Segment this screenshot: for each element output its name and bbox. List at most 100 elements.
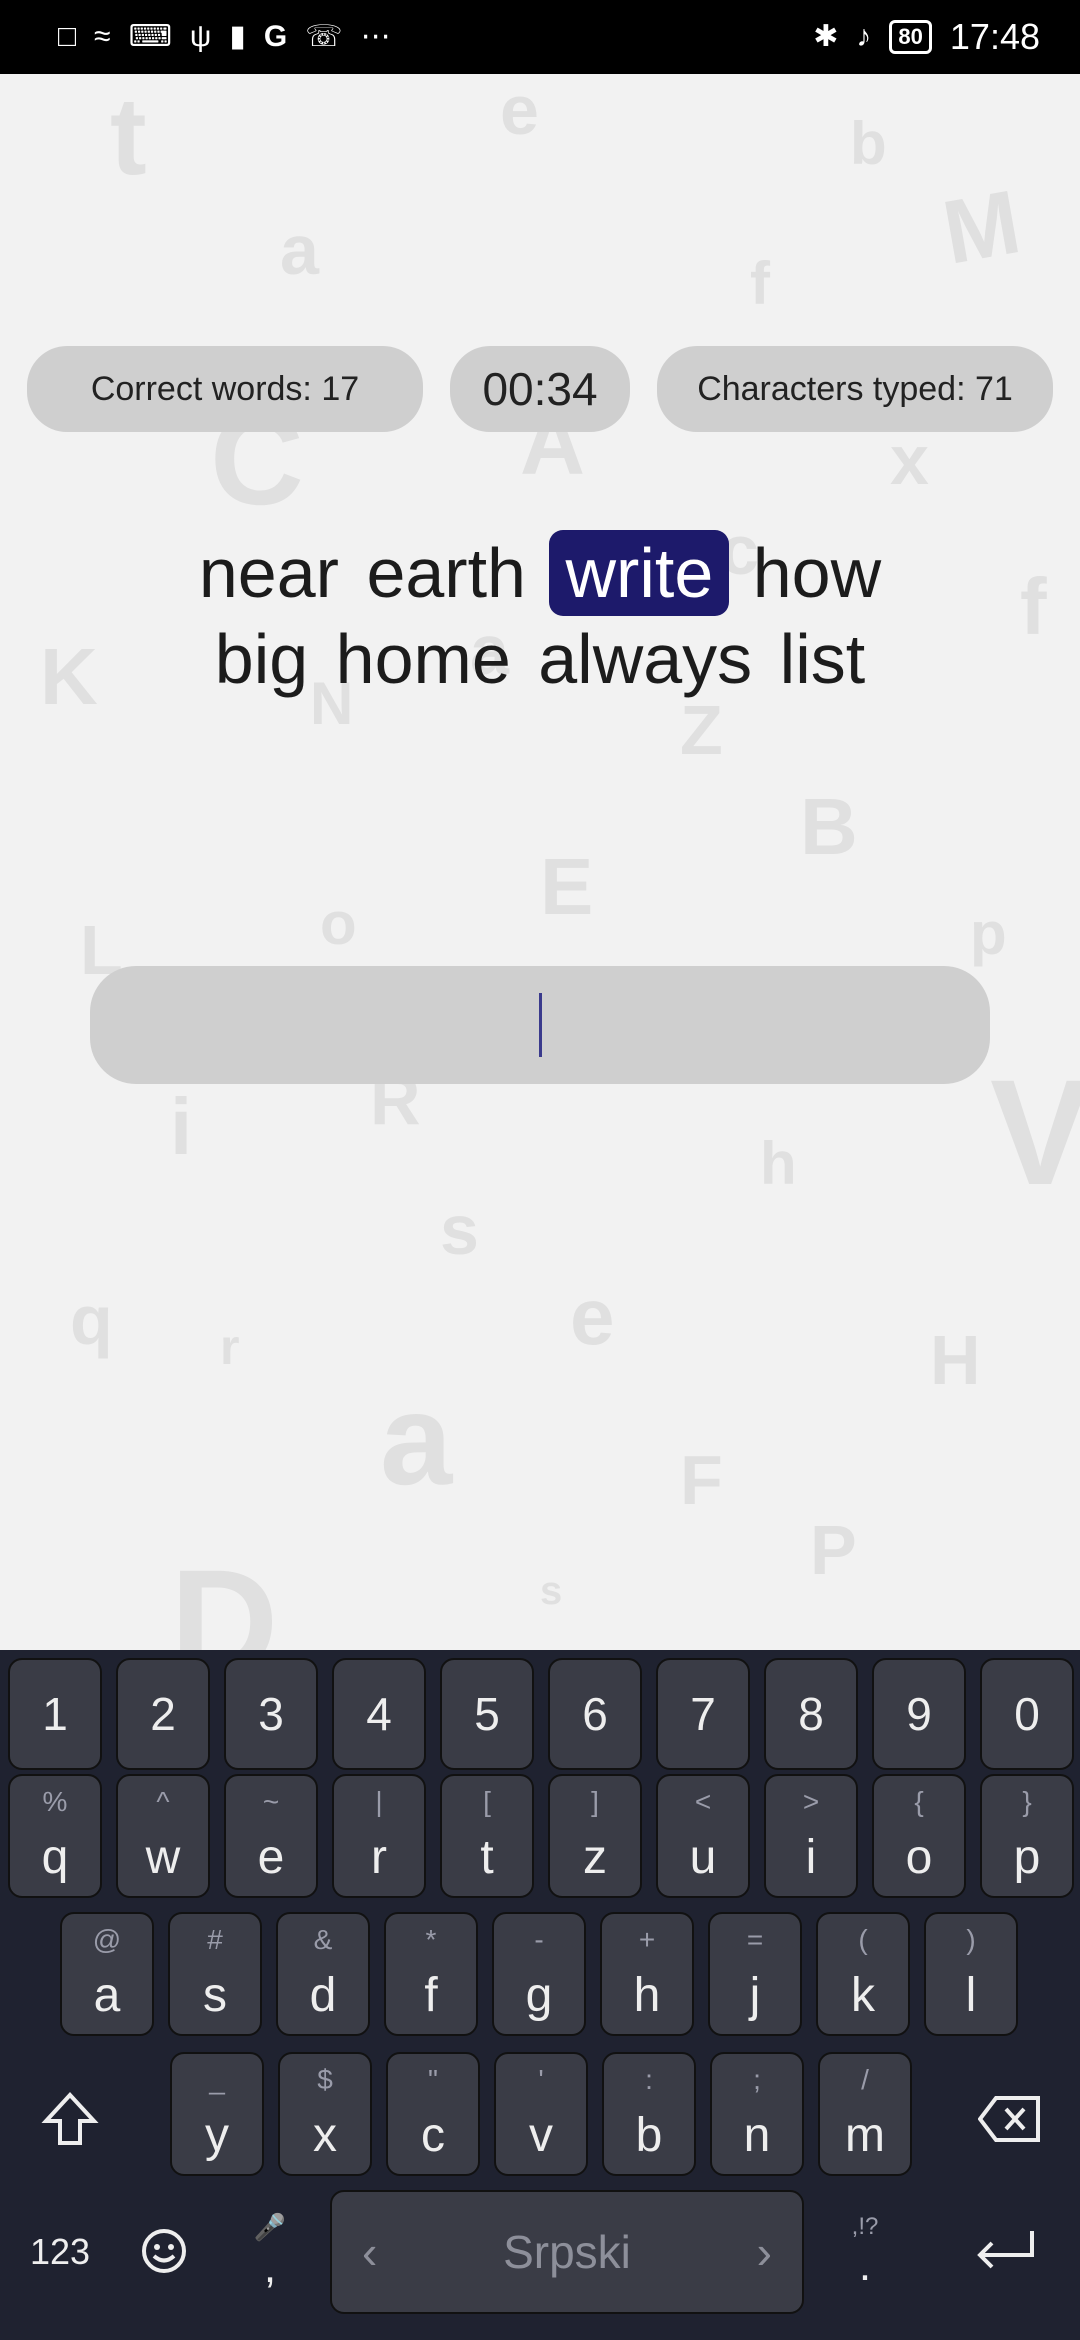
svg-text:a: a	[280, 211, 320, 289]
word-prompt: near earth write how big home always lis…	[140, 530, 940, 702]
key-x[interactable]: $ x	[278, 2052, 372, 2176]
svg-text:o: o	[320, 890, 357, 957]
usb-icon: ψ	[189, 20, 212, 53]
key-v[interactable]: ' v	[494, 2052, 588, 2176]
key-k[interactable]: (k	[816, 1912, 910, 2036]
key-u[interactable]: < u	[656, 1774, 750, 1898]
key-z[interactable]: ] z	[548, 1774, 642, 1898]
key-b[interactable]: :b	[602, 2052, 696, 2176]
key-label: o	[905, 1831, 933, 1884]
key-s[interactable]: # s	[168, 1912, 262, 2036]
key-7[interactable]: 7	[656, 1658, 750, 1770]
svg-text:D: D	[170, 1538, 278, 1650]
svg-text:s: s	[540, 1569, 562, 1613]
svg-text:p: p	[970, 900, 1007, 967]
key-i[interactable]: > i	[764, 1774, 858, 1898]
key-hint: ^	[156, 1786, 170, 1817]
timer: 00:34	[450, 346, 630, 432]
key-hint: ]	[591, 1786, 599, 1817]
key-3[interactable]: 3	[224, 1658, 318, 1770]
more-icon: ⋯	[360, 20, 391, 53]
key-d[interactable]: & d	[276, 1912, 370, 2036]
bluetooth-icon: ✱	[813, 20, 839, 53]
key-2[interactable]: 2	[116, 1658, 210, 1770]
key-hint: &	[313, 1924, 333, 1955]
key-1[interactable]: 1	[8, 1658, 102, 1770]
key-hint: ;	[753, 2064, 761, 2095]
key-f[interactable]: * f	[384, 1912, 478, 2036]
key-label: h	[633, 1969, 661, 2022]
battery-indicator: 80	[889, 20, 932, 54]
word: always	[538, 620, 753, 698]
chevron-left-icon: ‹	[362, 2226, 378, 2278]
svg-text:K: K	[40, 632, 98, 721]
key-q[interactable]: % q	[8, 1774, 102, 1898]
key-label: b	[635, 2109, 663, 2162]
space-bar[interactable]: ‹ Srpski ›	[330, 2190, 804, 2314]
svg-text:f: f	[750, 250, 771, 317]
key-j[interactable]: = j	[708, 1912, 802, 2036]
key-o[interactable]: {o	[872, 1774, 966, 1898]
key-n[interactable]: ; n	[710, 2052, 804, 2176]
key-label: 1	[42, 1688, 68, 1740]
word-line-1: near earth write how	[140, 530, 940, 616]
key-hint: (	[858, 1924, 868, 1955]
key-h[interactable]: + h	[600, 1912, 694, 2036]
key-r[interactable]: | r	[332, 1774, 426, 1898]
key-hint: $	[317, 2064, 333, 2095]
svg-text:f: f	[1020, 562, 1047, 651]
key-9[interactable]: 9	[872, 1658, 966, 1770]
key-5[interactable]: 5	[440, 1658, 534, 1770]
key-label: p	[1013, 1831, 1041, 1884]
key-label: z	[583, 1831, 607, 1884]
key-label: u	[689, 1831, 717, 1884]
symbols-key[interactable]: 123	[10, 2190, 110, 2314]
key-6[interactable]: 6	[548, 1658, 642, 1770]
key-label: 9	[906, 1688, 932, 1740]
key-4[interactable]: 4	[332, 1658, 426, 1770]
word: near	[198, 534, 339, 612]
status-left-icons: □ ≈ ⌨ ψ ▮ G ☏ ⋯	[58, 22, 391, 52]
svg-text:h: h	[760, 1130, 797, 1197]
key-hint: _	[209, 2064, 225, 2095]
key-l[interactable]: ) l	[924, 1912, 1018, 2036]
svg-text:i: i	[170, 1082, 192, 1171]
period-key[interactable]: ,!? .	[820, 2190, 910, 2314]
comma-key[interactable]: 🎤 ,	[230, 2190, 310, 2314]
key-label: t	[480, 1831, 494, 1884]
key-label: 0	[1014, 1688, 1040, 1740]
svg-text:r: r	[220, 1319, 239, 1375]
key-label: r	[371, 1831, 387, 1884]
key-e[interactable]: ~ e	[224, 1774, 318, 1898]
key-w[interactable]: ^ w	[116, 1774, 210, 1898]
key-g[interactable]: -g	[492, 1912, 586, 2036]
shift-key[interactable]	[20, 2066, 120, 2176]
google-icon: G	[263, 20, 288, 53]
key-label: 2	[150, 1688, 176, 1740]
typing-input[interactable]	[90, 966, 990, 1084]
enter-icon	[970, 2225, 1040, 2280]
key-hint: :	[645, 2064, 653, 2095]
key-label: k	[851, 1969, 875, 2022]
key-label: s	[203, 1969, 227, 2022]
enter-key[interactable]	[950, 2190, 1060, 2314]
wifi-icon: ≈	[94, 20, 111, 53]
emoji-key[interactable]	[120, 2190, 210, 2314]
key-8[interactable]: 8	[764, 1658, 858, 1770]
key-label: g	[525, 1969, 553, 2022]
key-y[interactable]: _ y	[170, 2052, 264, 2176]
key-hint: %	[42, 1786, 68, 1817]
status-time: 17:48	[949, 16, 1040, 57]
svg-text:e: e	[570, 1272, 615, 1361]
key-a[interactable]: @ a	[60, 1912, 154, 2036]
key-c[interactable]: " c	[386, 2052, 480, 2176]
key-p[interactable]: } p	[980, 1774, 1074, 1898]
key-m[interactable]: / m	[818, 2052, 912, 2176]
key-label: 5	[474, 1688, 500, 1740]
svg-text:e: e	[500, 74, 539, 149]
key-t[interactable]: [t	[440, 1774, 534, 1898]
svg-text:P: P	[810, 1511, 857, 1589]
word: list	[779, 620, 866, 698]
key-0[interactable]: 0	[980, 1658, 1074, 1770]
backspace-key[interactable]	[960, 2066, 1060, 2176]
